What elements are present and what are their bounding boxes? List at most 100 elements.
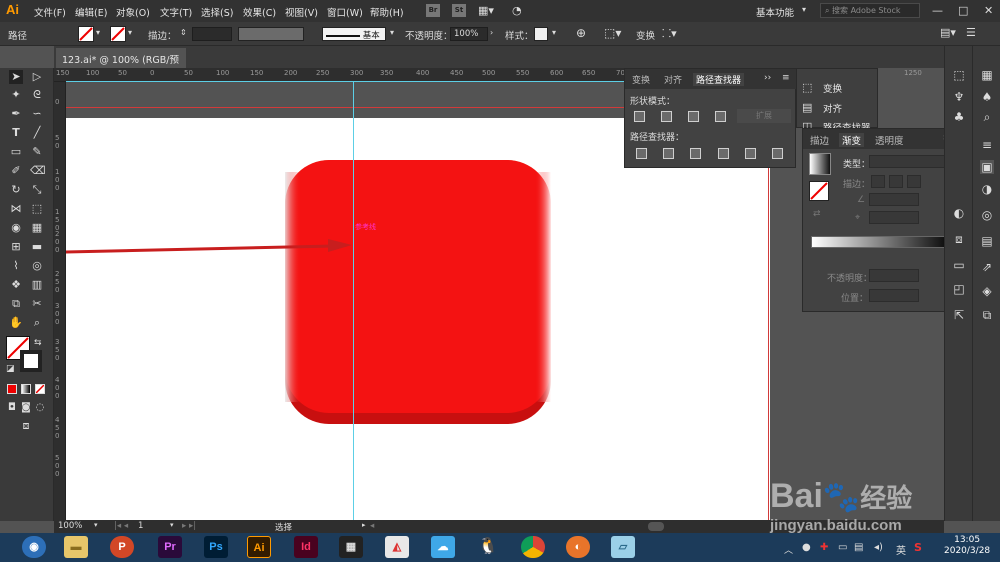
tab-gradient[interactable]: 渐变 (839, 133, 865, 147)
photo-viewer-icon[interactable]: ◭ (385, 536, 409, 558)
chevron-right-icon[interactable]: ▸ (362, 521, 366, 529)
transparency-panel-icon[interactable]: ◑ (980, 182, 994, 196)
brushes-icon[interactable]: ♆ (952, 90, 966, 104)
symbol-sprayer-tool-icon[interactable]: ❖ (9, 278, 23, 292)
curvature-tool-icon[interactable]: ∽ (30, 107, 44, 121)
powerpoint-icon[interactable]: P (110, 536, 134, 558)
brush-definition[interactable]: 基本 (322, 27, 386, 41)
close-button[interactable]: ✕ (984, 4, 993, 17)
tray-display-icon[interactable]: ▭ (838, 542, 847, 553)
premiere-icon[interactable]: Pr (158, 536, 182, 558)
perspective-grid-tool-icon[interactable]: ▦ (30, 221, 44, 235)
tab-transform[interactable]: 变换 (632, 73, 650, 86)
chevron-down-icon[interactable]: ▾ (802, 5, 806, 14)
panel-item-align[interactable]: 对齐 (823, 101, 842, 115)
tray-antivirus-icon[interactable]: ✚ (820, 542, 828, 553)
menu-window[interactable]: 窗口(W) (327, 5, 363, 19)
intersect-icon[interactable] (688, 111, 699, 122)
gradient-panel-icon[interactable]: ▣ (980, 160, 994, 174)
links-icon[interactable]: ⇱ (952, 308, 966, 322)
stroke-gradient-option-2[interactable] (889, 175, 903, 188)
chevron-down-icon[interactable]: ▾ (552, 28, 556, 37)
graphic-styles-icon[interactable]: ⧈ (952, 232, 966, 246)
mesh-tool-icon[interactable]: ⊞ (9, 240, 23, 254)
chevron-down-icon[interactable]: ▾ (94, 521, 98, 529)
illustrator-icon[interactable]: Ai (247, 536, 271, 558)
stroke-swatch[interactable] (110, 26, 126, 42)
blend-tool-icon[interactable]: ◎ (30, 259, 44, 273)
position-input[interactable] (869, 289, 919, 302)
exclude-icon[interactable] (715, 111, 726, 122)
artboards-icon[interactable]: ◰ (952, 282, 966, 296)
next-artboard-icon[interactable]: ▸ ▸| (182, 521, 196, 531)
rectangle-tool-icon[interactable]: ▭ (9, 145, 23, 159)
browser-icon[interactable]: ◉ (22, 536, 46, 558)
horizontal-scrollbar-thumb[interactable] (648, 522, 664, 531)
find-icon[interactable]: ⌕ (980, 110, 994, 124)
gpu-performance-icon[interactable]: ◔ (512, 4, 522, 17)
tray-sogou-icon[interactable]: S (914, 541, 922, 554)
tab-pathfinder[interactable]: 路径查找器 (693, 73, 745, 86)
stroke-stepper-icon[interactable]: ⇕ (180, 28, 187, 37)
minus-front-icon[interactable] (661, 111, 672, 122)
direct-selection-tool-icon[interactable]: ▷ (30, 70, 44, 84)
lasso-tool-icon[interactable]: ᘓ (30, 88, 44, 102)
menu-view[interactable]: 视图(V) (285, 5, 318, 19)
free-transform-tool-icon[interactable]: ⬚ (30, 202, 44, 216)
align-panel-icon[interactable]: ▤▾ (940, 26, 956, 39)
zoom-level[interactable]: 100% (58, 521, 82, 531)
trim-icon[interactable] (663, 148, 674, 159)
tray-network-icon[interactable]: ▤ (854, 542, 863, 553)
first-artboard-icon[interactable]: |◂ ◂ (114, 521, 128, 531)
outline-icon[interactable] (745, 148, 756, 159)
tab-stroke[interactable]: 描边 (810, 133, 829, 147)
indesign-icon[interactable]: Id (294, 536, 318, 558)
eyedropper-tool-icon[interactable]: ⌇ (9, 259, 23, 273)
vertical-guide[interactable] (353, 82, 354, 520)
aspect-ratio-input[interactable] (869, 211, 919, 224)
document-tab[interactable]: 123.ai* @ 100% (RGB/预览) ✕ (56, 48, 186, 80)
layers-panel-icon[interactable]: ◈ (980, 284, 994, 298)
artboards-panel-icon[interactable]: ⧉ (980, 308, 994, 322)
stock-button[interactable]: St (452, 4, 466, 17)
divide-icon[interactable] (636, 148, 647, 159)
fill-stroke-toggle[interactable] (809, 181, 829, 201)
chevron-down-icon[interactable]: ▾ (128, 28, 132, 37)
video-editor-icon[interactable]: ▦ (339, 536, 363, 558)
paintbrush-tool-icon[interactable]: ✎ (30, 145, 44, 159)
stroke-gradient-option-3[interactable] (907, 175, 921, 188)
system-clock[interactable]: 13:05 2020/3/28 (944, 535, 990, 557)
eraser-tool-icon[interactable]: ⌫ (30, 164, 46, 178)
default-colors-icon[interactable]: ◪ (6, 364, 15, 374)
artboard-number[interactable]: 1 (138, 521, 143, 531)
stroke-panel-icon[interactable]: ≡ (980, 138, 994, 152)
transform-icon[interactable]: ⬚ (802, 81, 812, 94)
menu-edit[interactable]: 编辑(E) (75, 5, 107, 19)
graphic-styles-panel-icon[interactable]: ▤ (980, 234, 994, 248)
merge-icon[interactable] (690, 148, 701, 159)
draw-behind-icon[interactable]: ◙ (19, 401, 33, 415)
puppet-warp-icon[interactable]: ♠ (980, 90, 994, 104)
reverse-gradient-icon[interactable]: ⇄ (813, 209, 821, 219)
gradient-preview-swatch[interactable] (809, 153, 831, 175)
tab-align[interactable]: 对齐 (664, 73, 682, 86)
panel-item-pathfinder[interactable]: 路径查找器 (823, 120, 871, 128)
menu-type[interactable]: 文字(T) (160, 5, 192, 19)
fox-browser-icon[interactable]: ◐ (566, 536, 590, 558)
menu-effect[interactable]: 效果(C) (243, 5, 276, 19)
stroke-color-swatch[interactable] (20, 350, 42, 372)
unite-icon[interactable] (634, 111, 645, 122)
panel-menu-icon[interactable]: ☰ (966, 26, 976, 39)
graphic-style-swatch[interactable] (534, 27, 548, 41)
layers-icon[interactable]: ▭ (952, 258, 966, 272)
menu-help[interactable]: 帮助(H) (370, 5, 404, 19)
scale-tool-icon[interactable]: ⤡ (30, 183, 44, 197)
line-tool-icon[interactable]: ╱ (30, 126, 44, 140)
swap-colors-icon[interactable]: ⇆ (34, 338, 42, 348)
selection-tool-icon[interactable]: ➤ (9, 70, 23, 84)
width-tool-icon[interactable]: ⋈ (9, 202, 23, 216)
arrange-documents-icon[interactable]: ▦▾ (478, 4, 494, 17)
magic-wand-tool-icon[interactable]: ✦ (9, 88, 23, 102)
draw-inside-icon[interactable]: ◌ (33, 401, 47, 415)
bridge-button[interactable]: Br (426, 4, 440, 17)
